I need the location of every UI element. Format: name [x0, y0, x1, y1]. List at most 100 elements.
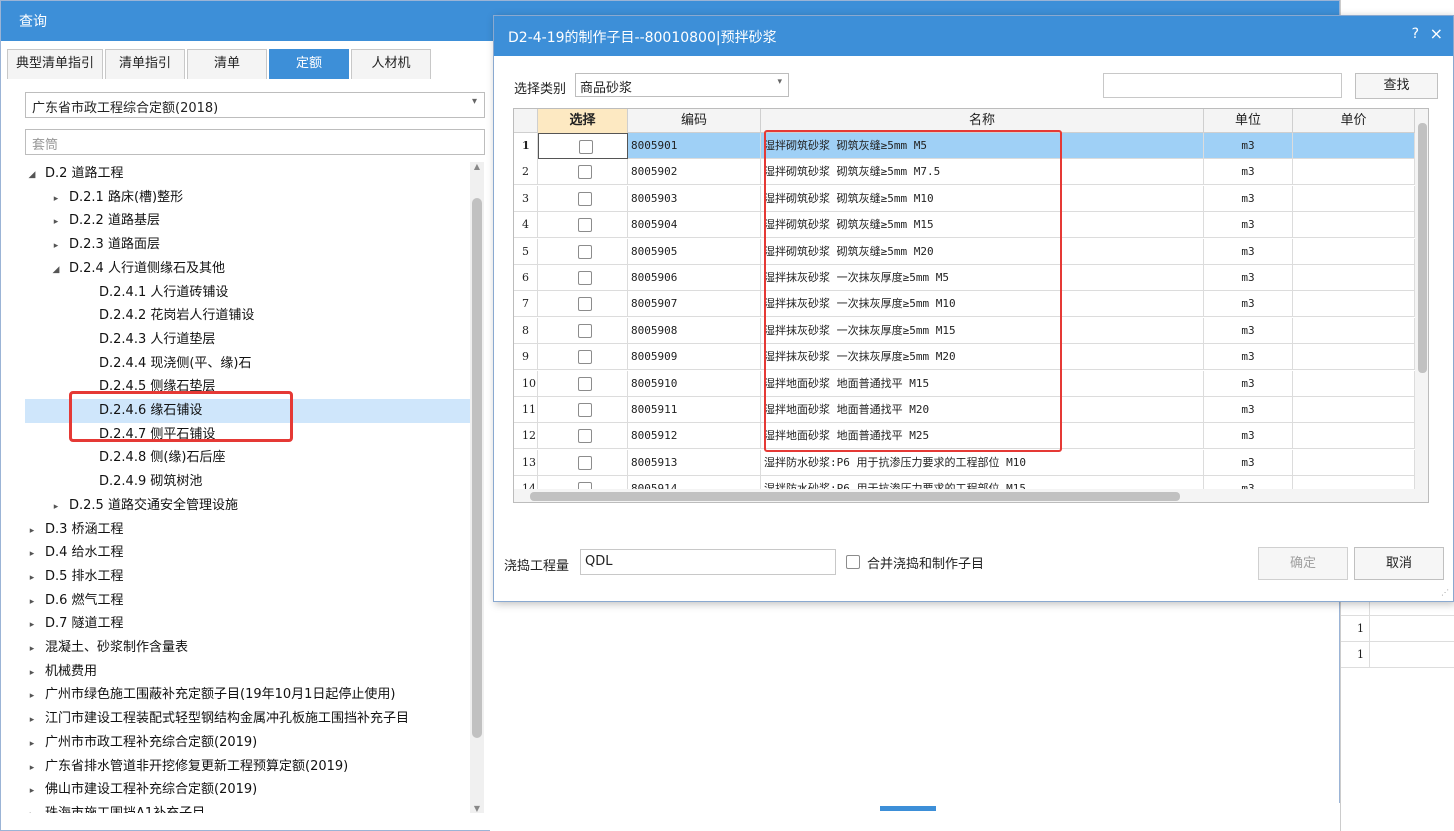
collapsed-icon[interactable]: ▸	[25, 590, 39, 614]
collapsed-icon[interactable]: ▸	[25, 779, 39, 803]
column-header-2[interactable]: 编码	[628, 109, 761, 133]
tree-node[interactable]: ▸ D.4 给水工程	[25, 541, 470, 565]
find-input[interactable]	[1103, 73, 1342, 98]
tree-node[interactable]: D.2.4.8 侧(缘)石后座	[25, 446, 470, 470]
tree-node[interactable]: ▸ D.2.1 路床(槽)整形	[25, 186, 470, 210]
unit-cell[interactable]: m3	[1204, 449, 1293, 476]
tree-scroll-thumb[interactable]	[472, 198, 482, 738]
collapsed-icon[interactable]: ▸	[49, 187, 63, 211]
column-header-4[interactable]: 单位	[1204, 109, 1293, 133]
price-cell[interactable]	[1293, 212, 1415, 239]
collapsed-icon[interactable]: ▸	[25, 613, 39, 637]
name-cell[interactable]: 湿拌防水砂浆:P6 用于抗渗压力要求的工程部位 M10	[761, 449, 1204, 476]
code-cell[interactable]: 8005907	[628, 291, 761, 318]
grid-vertical-scrollbar[interactable]	[1415, 109, 1428, 489]
close-icon[interactable]: ×	[1430, 24, 1443, 43]
unit-cell[interactable]: m3	[1204, 159, 1293, 186]
tree-node[interactable]: D.2.4.9 砌筑树池	[25, 470, 470, 494]
collapsed-icon[interactable]: ▸	[25, 756, 39, 780]
price-cell[interactable]	[1293, 185, 1415, 212]
price-cell[interactable]	[1293, 397, 1415, 423]
collapsed-icon[interactable]: ▸	[25, 637, 39, 661]
tree-node[interactable]: ▸ 江门市建设工程装配式轻型钢结构金属冲孔板施工围挡补充子目	[25, 707, 470, 731]
column-header-1[interactable]: 选择	[538, 109, 628, 133]
select-checkbox[interactable]	[578, 244, 592, 259]
quota-library-select[interactable]: 广东省市政工程综合定额(2018) ▾	[25, 92, 485, 118]
unit-cell[interactable]: m3	[1204, 212, 1293, 239]
tree-node[interactable]: ◢ D.2 道路工程	[25, 162, 470, 186]
expanded-icon[interactable]: ◢	[25, 163, 39, 187]
panel-splitter-grip[interactable]	[880, 806, 936, 811]
select-checkbox[interactable]	[578, 455, 592, 470]
price-cell[interactable]	[1293, 317, 1415, 344]
price-cell[interactable]	[1293, 370, 1415, 397]
unit-cell[interactable]: m3	[1204, 291, 1293, 318]
unit-cell[interactable]: m3	[1204, 344, 1293, 371]
tree-node[interactable]: D.2.4.1 人行道砖铺设	[25, 281, 470, 305]
code-cell[interactable]: 8005912	[628, 423, 761, 450]
pour-quantity-input[interactable]: QDL	[580, 549, 836, 575]
category-select[interactable]: 商品砂浆 ▾	[575, 73, 789, 97]
tree-node[interactable]: ▸ D.5 排水工程	[25, 565, 470, 589]
price-cell[interactable]	[1293, 133, 1415, 159]
select-checkbox[interactable]	[578, 323, 592, 338]
grid-horizontal-thumb[interactable]	[530, 492, 1180, 501]
select-checkbox[interactable]	[578, 218, 592, 233]
tree-scrollbar[interactable]: ▲ ▼	[470, 162, 484, 813]
unit-cell[interactable]: m3	[1204, 265, 1293, 291]
find-button[interactable]: 查找	[1355, 73, 1438, 99]
code-cell[interactable]: 8005902	[628, 159, 761, 186]
collapsed-icon[interactable]: ▸	[49, 495, 63, 519]
table-row[interactable]: 13 8005913 湿拌防水砂浆:P6 用于抗渗压力要求的工程部位 M10 m3	[514, 449, 1428, 476]
tree-node[interactable]: ▸ 佛山市建设工程补充综合定额(2019)	[25, 778, 470, 802]
tree-node[interactable]: ◢ D.2.4 人行道侧缘石及其他	[25, 257, 470, 281]
tree-node[interactable]: ▸ D.7 隧道工程	[25, 612, 470, 636]
tree-search-input[interactable]: 套筒	[25, 129, 485, 155]
cancel-button[interactable]: 取消	[1354, 547, 1444, 580]
price-cell[interactable]	[1293, 449, 1415, 476]
collapsed-icon[interactable]: ▸	[49, 234, 63, 258]
column-header-0[interactable]	[514, 109, 538, 133]
tree-node[interactable]: ▸ 混凝土、砂浆制作含量表	[25, 636, 470, 660]
collapsed-icon[interactable]: ▸	[49, 210, 63, 234]
select-checkbox[interactable]	[578, 429, 592, 444]
price-cell[interactable]	[1293, 291, 1415, 318]
select-checkbox[interactable]	[578, 376, 592, 391]
tab-1[interactable]: 清单指引	[105, 49, 185, 79]
select-checkbox[interactable]	[578, 165, 592, 180]
select-checkbox[interactable]	[578, 297, 592, 312]
price-cell[interactable]	[1293, 344, 1415, 371]
scroll-up-icon[interactable]: ▲	[470, 162, 484, 171]
select-checkbox[interactable]	[578, 350, 592, 365]
resize-grip-icon[interactable]: ⋰	[1441, 588, 1449, 597]
tree-node[interactable]: D.2.4.2 花岗岩人行道铺设	[25, 304, 470, 328]
unit-cell[interactable]: m3	[1204, 133, 1293, 159]
scroll-down-icon[interactable]: ▼	[470, 804, 484, 813]
select-checkbox[interactable]	[578, 403, 592, 417]
collapsed-icon[interactable]: ▸	[25, 519, 39, 543]
ok-button[interactable]: 确定	[1258, 547, 1348, 580]
merge-checkbox[interactable]	[846, 555, 860, 569]
collapsed-icon[interactable]: ▸	[25, 684, 39, 708]
expanded-icon[interactable]: ◢	[49, 258, 63, 282]
select-checkbox[interactable]	[578, 271, 592, 285]
collapsed-icon[interactable]: ▸	[25, 803, 39, 813]
tab-3[interactable]: 定额	[269, 49, 349, 79]
collapsed-icon[interactable]: ▸	[25, 566, 39, 590]
tree-node[interactable]: ▸ D.2.2 道路基层	[25, 209, 470, 233]
tree-node[interactable]: ▸ D.2.3 道路面层	[25, 233, 470, 257]
tab-0[interactable]: 典型清单指引	[7, 49, 103, 79]
tree-node[interactable]: D.2.4.4 现浇侧(平、缘)石	[25, 352, 470, 376]
code-cell[interactable]: 8005910	[628, 370, 761, 397]
help-icon[interactable]: ?	[1412, 26, 1419, 42]
code-cell[interactable]: 8005904	[628, 212, 761, 239]
code-cell[interactable]: 8005903	[628, 185, 761, 212]
code-cell[interactable]: 8005911	[628, 397, 761, 423]
column-header-5[interactable]: 单价	[1293, 109, 1415, 133]
code-cell[interactable]: 8005909	[628, 344, 761, 371]
price-cell[interactable]	[1293, 238, 1415, 265]
unit-cell[interactable]: m3	[1204, 317, 1293, 344]
unit-cell[interactable]: m3	[1204, 423, 1293, 450]
collapsed-icon[interactable]: ▸	[25, 732, 39, 756]
unit-cell[interactable]: m3	[1204, 370, 1293, 397]
